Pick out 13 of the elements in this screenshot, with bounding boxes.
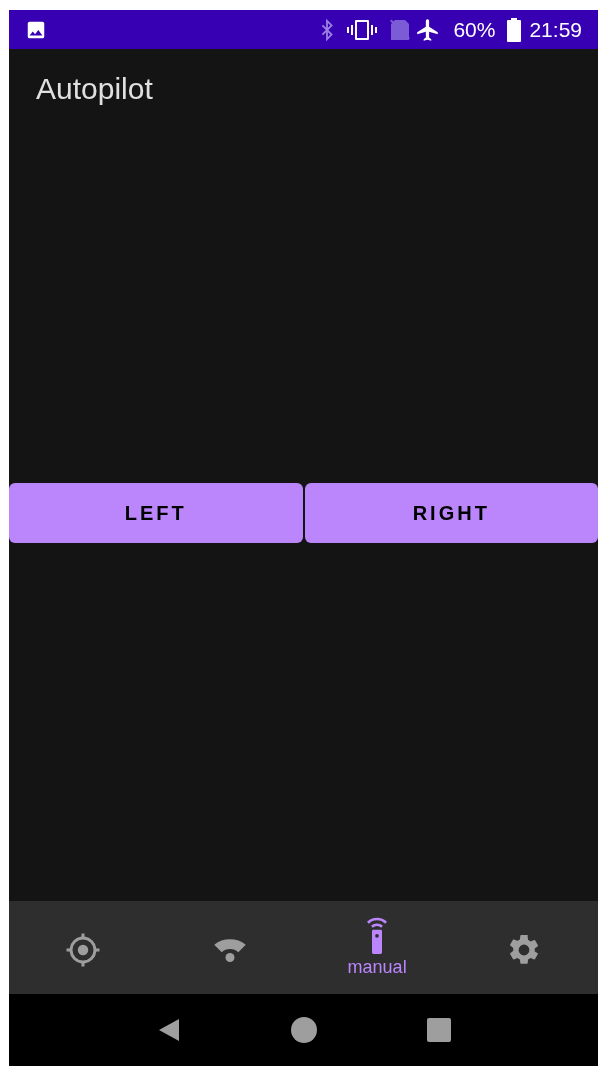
recents-icon[interactable] [426, 1018, 451, 1042]
no-sim-icon [389, 17, 412, 42]
vibrate-icon [347, 17, 378, 42]
target-icon [64, 931, 101, 968]
nav-tab[interactable]: manual [303, 901, 451, 994]
direction-button[interactable]: LEFT [9, 483, 303, 543]
clock-time: 21:59 [529, 16, 582, 43]
home-icon[interactable] [290, 1017, 317, 1043]
battery-percent: 60% [453, 16, 496, 43]
battery-icon [507, 17, 522, 42]
direction-button[interactable]: RIGHT [304, 483, 598, 543]
app-title: Autopilot [36, 70, 153, 107]
bluetooth-icon [319, 18, 336, 41]
